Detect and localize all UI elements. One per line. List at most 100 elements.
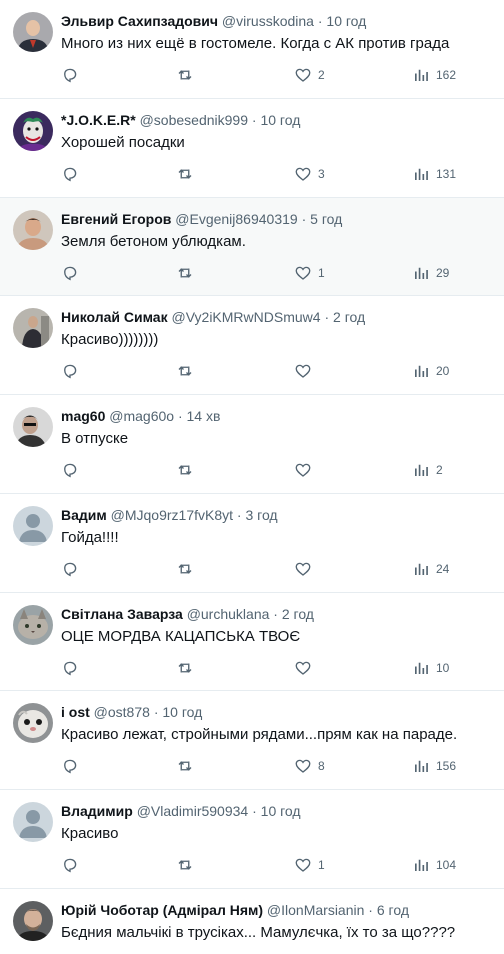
author-name[interactable]: Вадим xyxy=(61,507,107,523)
author-name[interactable]: Владимир xyxy=(61,803,133,819)
avatar[interactable] xyxy=(13,901,53,941)
views-button[interactable]: 2 xyxy=(412,457,443,483)
tweet[interactable]: Евгений Егоров @Evgenij86940319 · 5 год … xyxy=(0,198,504,296)
author-name[interactable]: Юрій Чоботар (Адмірал Ням) xyxy=(61,902,263,918)
timestamp[interactable]: 10 год xyxy=(326,13,366,29)
views-button[interactable]: 10 xyxy=(412,655,449,681)
tweet[interactable]: Владимир @Vladimir590934 · 10 год Красив… xyxy=(0,790,504,889)
reply-button[interactable] xyxy=(61,753,79,779)
avatar[interactable] xyxy=(13,703,53,743)
author-handle[interactable]: @ost878 xyxy=(94,704,150,720)
author-handle[interactable]: @MJqo9rz17fvK8yt xyxy=(111,507,233,523)
tweet-header: Евгений Егоров @Evgenij86940319 · 5 год xyxy=(61,210,498,228)
like-button[interactable] xyxy=(294,457,318,483)
retweet-button[interactable] xyxy=(176,753,194,779)
author-name[interactable]: Евгений Егоров xyxy=(61,211,171,227)
timestamp[interactable]: 14 хв xyxy=(187,408,221,424)
tweet-header: Світлана Заварза @urchuklana · 2 год xyxy=(61,605,498,623)
like-button[interactable] xyxy=(294,358,318,384)
tweet-text: Бєдния мальчікі в трусіках... Мамулєчка,… xyxy=(61,924,456,941)
like-button[interactable]: 8 xyxy=(294,753,325,779)
reply-button[interactable] xyxy=(61,457,79,483)
tweet-header: Юрій Чоботар (Адмірал Ням) @IlonMarsiani… xyxy=(61,901,498,919)
tweet[interactable]: mag60 @mag60o · 14 хв В отпуске 2 xyxy=(0,395,504,494)
views-icon xyxy=(415,464,428,476)
timestamp[interactable]: 10 год xyxy=(261,803,301,819)
author-name[interactable]: mag60 xyxy=(61,408,105,424)
avatar[interactable] xyxy=(13,308,53,348)
retweet-button[interactable] xyxy=(176,161,194,187)
timestamp[interactable]: 2 год xyxy=(282,606,314,622)
avatar[interactable] xyxy=(13,111,53,151)
action-bar: 1 29 xyxy=(61,260,504,286)
retweet-button[interactable] xyxy=(176,62,194,88)
views-button[interactable]: 20 xyxy=(412,358,449,384)
reply-button[interactable] xyxy=(61,852,79,878)
views-button[interactable]: 24 xyxy=(412,556,449,582)
tweet-text: Красиво xyxy=(61,825,119,842)
author-name[interactable]: Николай Симак xyxy=(61,309,168,325)
reply-button[interactable] xyxy=(61,556,79,582)
author-name[interactable]: Світлана Заварза xyxy=(61,606,183,622)
retweet-button[interactable] xyxy=(176,655,194,681)
author-handle[interactable]: @sobesednik999 xyxy=(140,112,248,128)
tweet[interactable]: i ost @ost878 · 10 год Красиво лежат, ст… xyxy=(0,691,504,790)
reply-button[interactable] xyxy=(61,260,79,286)
views-icon xyxy=(415,365,428,377)
like-button[interactable] xyxy=(294,655,318,681)
views-button[interactable]: 131 xyxy=(412,161,456,187)
author-handle[interactable]: @Evgenij86940319 xyxy=(175,211,297,227)
timestamp[interactable]: 10 год xyxy=(260,112,300,128)
retweet-button[interactable] xyxy=(176,457,194,483)
like-button[interactable]: 3 xyxy=(294,161,325,187)
retweet-icon xyxy=(178,268,192,278)
views-button[interactable]: 29 xyxy=(412,260,449,286)
like-button[interactable]: 1 xyxy=(294,852,325,878)
timestamp[interactable]: 3 год xyxy=(245,507,277,523)
author-handle[interactable]: @urchuklana xyxy=(187,606,270,622)
views-button[interactable]: 156 xyxy=(412,753,456,779)
tweet[interactable]: *J.O.K.E.R* @sobesednik999 · 10 год Хоро… xyxy=(0,99,504,198)
tweet[interactable]: Вадим @MJqo9rz17fvK8yt · 3 год Гойда!!!!… xyxy=(0,494,504,593)
timestamp[interactable]: 6 год xyxy=(377,902,409,918)
reply-button[interactable] xyxy=(61,655,79,681)
avatar[interactable] xyxy=(13,407,53,447)
tweet[interactable]: Николай Симак @Vy2iKMRwNDSmuw4 · 2 год К… xyxy=(0,296,504,395)
author-handle[interactable]: @Vy2iKMRwNDSmuw4 xyxy=(172,309,321,325)
tweet[interactable]: Світлана Заварза @urchuklana · 2 год ОЦЕ… xyxy=(0,593,504,691)
avatar[interactable] xyxy=(13,802,53,842)
retweet-button[interactable] xyxy=(176,260,194,286)
timestamp[interactable]: 5 год xyxy=(310,211,342,227)
author-handle[interactable]: @virusskodina xyxy=(222,13,314,29)
avatar[interactable] xyxy=(13,506,53,546)
author-handle[interactable]: @mag60o xyxy=(109,408,174,424)
author-name[interactable]: Эльвир Сахипзадович xyxy=(61,13,218,29)
like-button[interactable]: 1 xyxy=(294,260,325,286)
reply-button[interactable] xyxy=(61,62,79,88)
timestamp[interactable]: 10 год xyxy=(162,704,202,720)
retweet-button[interactable] xyxy=(176,556,194,582)
action-bar: 8 156 xyxy=(61,753,504,779)
reply-button[interactable] xyxy=(61,161,79,187)
timestamp[interactable]: 2 год xyxy=(333,309,365,325)
author-handle[interactable]: @IlonMarsianin xyxy=(267,902,364,918)
reply-button[interactable] xyxy=(61,358,79,384)
views-button[interactable]: 104 xyxy=(412,852,456,878)
avatar[interactable] xyxy=(13,605,53,645)
avatar[interactable] xyxy=(13,12,53,52)
retweet-button[interactable] xyxy=(176,852,194,878)
avatar[interactable] xyxy=(13,210,53,250)
author-handle[interactable]: @Vladimir590934 xyxy=(137,803,249,819)
views-button[interactable]: 162 xyxy=(412,62,456,88)
tweet-header: *J.O.K.E.R* @sobesednik999 · 10 год xyxy=(61,111,498,129)
author-name[interactable]: *J.O.K.E.R* xyxy=(61,112,136,128)
like-button[interactable]: 2 xyxy=(294,62,325,88)
view-count: 104 xyxy=(436,858,457,872)
retweet-icon xyxy=(178,70,192,80)
tweet[interactable]: Юрій Чоботар (Адмірал Ням) @IlonMarsiani… xyxy=(0,889,504,954)
author-name[interactable]: i ost xyxy=(61,704,90,720)
retweet-button[interactable] xyxy=(176,358,194,384)
tweet[interactable]: Эльвир Сахипзадович @virusskodina · 10 г… xyxy=(0,0,504,99)
like-button[interactable] xyxy=(294,556,318,582)
separator: · xyxy=(236,507,242,523)
